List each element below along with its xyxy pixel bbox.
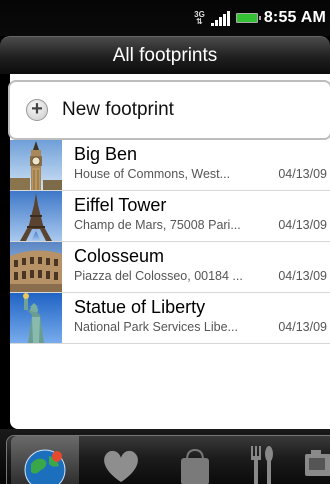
footprint-name: Statue of Liberty (74, 297, 206, 317)
list-item-big-ben[interactable]: Big Ben House of Commons, West... 04/13/… (10, 140, 330, 191)
page-title: All footprints (0, 36, 330, 74)
footprint-name: Colosseum (74, 246, 165, 266)
footprint-name: Eiffel Tower (74, 195, 167, 215)
footprint-list: Big Ben House of Commons, West... 04/13/… (10, 140, 330, 344)
footprint-address: House of Commons, West... (74, 167, 231, 181)
fork-knife-icon (251, 446, 273, 484)
new-footprint-label: New footprint (62, 99, 174, 120)
colosseum-thumbnail (10, 242, 62, 292)
camera-icon (305, 450, 330, 476)
eiffel-tower-thumbnail (10, 191, 62, 241)
list-item-colosseum[interactable]: Colosseum Piazza del Colosseo, 00184 ...… (10, 242, 330, 293)
bottom-toolbar (0, 429, 330, 484)
footprint-address: National Park Services Libe... (74, 320, 238, 334)
clock: 8:55 AM (263, 9, 326, 26)
tab-all-footprints[interactable] (11, 436, 79, 484)
status-bar: 3G ⇅ 8:55 AM (0, 0, 330, 36)
plus-icon: + (26, 99, 48, 121)
tab-shopping[interactable] (167, 436, 223, 484)
title-text: All footprints (112, 44, 218, 66)
tab-food[interactable] (233, 436, 289, 484)
statue-of-liberty-thumbnail (10, 293, 62, 343)
footprint-name: Big Ben (74, 144, 138, 164)
shopping-bag-icon (181, 448, 209, 484)
list-item-eiffel-tower[interactable]: Eiffel Tower Champ de Mars, 75008 Pari..… (10, 191, 330, 242)
footprint-date: 04/13/09 (278, 269, 327, 283)
footprint-address: Champ de Mars, 75008 Pari... (74, 218, 241, 232)
battery-icon (235, 13, 261, 23)
footprint-date: 04/13/09 (278, 167, 327, 181)
tab-favorites[interactable] (93, 436, 149, 484)
globe-icon (24, 449, 66, 484)
heart-icon (104, 450, 138, 482)
signal-icon (210, 10, 230, 26)
list-item-statue-of-liberty[interactable]: Statue of Liberty National Park Services… (10, 293, 330, 344)
new-footprint-button[interactable]: + New footprint (8, 80, 330, 140)
content-area: + New footprint Big Ben House of Commons… (8, 74, 330, 429)
footprint-date: 04/13/09 (278, 218, 327, 232)
big-ben-thumbnail (10, 140, 62, 190)
tab-attractions[interactable] (299, 436, 330, 484)
footprint-date: 04/13/09 (278, 320, 327, 334)
network-3g-icon: 3G ⇅ (194, 10, 205, 26)
footprint-address: Piazza del Colosseo, 00184 ... (74, 269, 243, 283)
